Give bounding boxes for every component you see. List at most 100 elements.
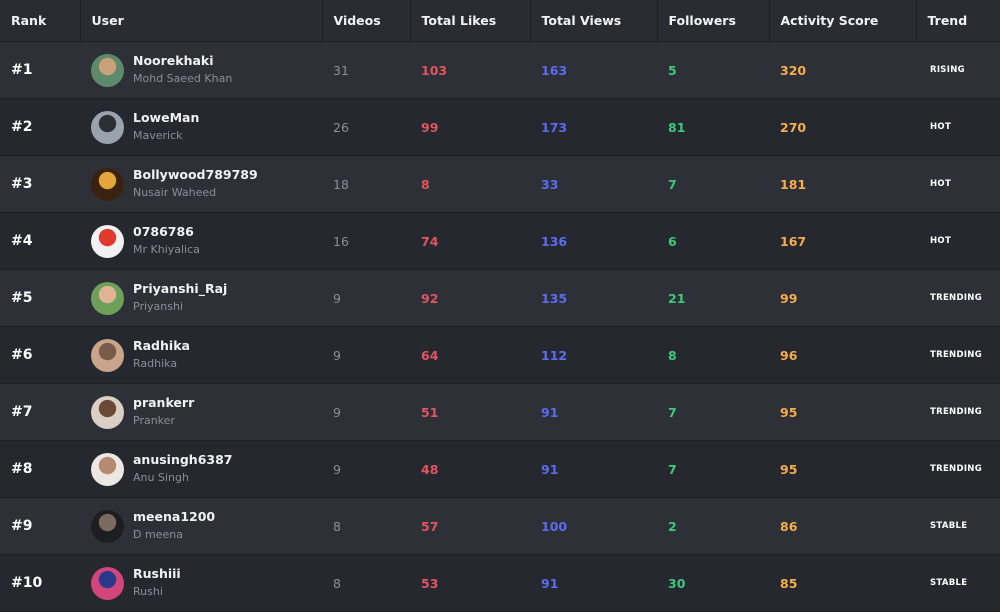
avatar[interactable] [91,509,124,543]
display-name: Anu Singh [133,471,189,484]
user-info[interactable]: Priyanshi_Raj Priyanshi [91,281,322,315]
column-header-views[interactable]: Total Views [530,0,658,42]
user-cell[interactable]: 0786786 Mr Khiyalica [80,212,322,270]
user-info[interactable]: LoweMan Maverick [91,110,322,144]
column-header-score[interactable]: Activity Score [769,0,917,42]
table-row[interactable]: #7 prankerr Pranker 9 51 91 7 95 TRENDING [0,383,1000,441]
username[interactable]: 0786786 [133,224,200,240]
column-header-user[interactable]: User [80,0,323,42]
column-header-trend[interactable]: Trend [916,0,1000,42]
videos-cell: 9 [322,440,410,498]
user-names: Bollywood789789 Nusair Waheed [133,167,258,201]
user-names: Noorekhaki Mohd Saeed Khan [133,53,232,87]
trend-badge: TRENDING [916,440,1000,498]
avatar[interactable] [91,110,124,144]
likes-cell: 92 [410,269,530,327]
activity-score-cell: 320 [769,41,916,99]
videos-cell: 31 [322,41,410,99]
views-cell: 91 [530,440,657,498]
avatar[interactable] [91,452,124,486]
username[interactable]: Noorekhaki [133,53,232,69]
views-cell: 100 [530,497,657,555]
username[interactable]: prankerr [133,395,194,411]
user-info[interactable]: Radhika Radhika [91,338,322,372]
username[interactable]: Bollywood789789 [133,167,258,183]
username[interactable]: meena1200 [133,509,215,525]
user-cell[interactable]: anusingh6387 Anu Singh [80,440,322,498]
table-row[interactable]: #4 0786786 Mr Khiyalica 16 74 136 6 167 HOT [0,212,1000,270]
rank-cell: #8 [0,440,80,498]
trend-badge: TRENDING [916,269,1000,327]
followers-cell: 8 [657,326,769,384]
avatar[interactable] [91,338,124,372]
rank-cell: #6 [0,326,80,384]
rank-cell: #2 [0,98,80,156]
avatar[interactable] [91,167,124,201]
activity-score-cell: 95 [769,383,916,441]
user-cell[interactable]: LoweMan Maverick [80,98,322,156]
likes-cell: 99 [410,98,530,156]
trend-badge: HOT [916,98,1000,156]
table-row[interactable]: #9 meena1200 D meena 8 57 100 2 86 STABLE [0,497,1000,555]
display-name: Rushi [133,585,163,598]
table-row[interactable]: #5 Priyanshi_Raj Priyanshi 9 92 135 21 99 TRENDI… [0,269,1000,327]
column-header-likes[interactable]: Total Likes [410,0,531,42]
rank-cell: #1 [0,41,80,99]
views-cell: 33 [530,155,657,213]
username[interactable]: LoweMan [133,110,199,126]
views-cell: 135 [530,269,657,327]
activity-score-cell: 181 [769,155,916,213]
user-cell[interactable]: Priyanshi_Raj Priyanshi [80,269,322,327]
views-cell: 136 [530,212,657,270]
views-cell: 163 [530,41,657,99]
user-names: meena1200 D meena [133,509,215,543]
videos-cell: 9 [322,326,410,384]
user-cell[interactable]: Bollywood789789 Nusair Waheed [80,155,322,213]
user-cell[interactable]: Noorekhaki Mohd Saeed Khan [80,41,322,99]
username[interactable]: Priyanshi_Raj [133,281,227,297]
table-row[interactable]: #8 anusingh6387 Anu Singh 9 48 91 7 95 TRENDING [0,440,1000,498]
user-cell[interactable]: Radhika Radhika [80,326,322,384]
column-header-rank[interactable]: Rank [0,0,81,42]
user-info[interactable]: prankerr Pranker [91,395,322,429]
followers-cell: 7 [657,383,769,441]
avatar[interactable] [91,395,124,429]
user-names: Radhika Radhika [133,338,190,372]
trend-badge: TRENDING [916,326,1000,384]
trend-badge: HOT [916,212,1000,270]
table-row[interactable]: #6 Radhika Radhika 9 64 112 8 96 TRENDING [0,326,1000,384]
table-row[interactable]: #3 Bollywood789789 Nusair Waheed 18 8 33 7 181 H… [0,155,1000,213]
user-cell[interactable]: prankerr Pranker [80,383,322,441]
user-info[interactable]: Rushiii Rushi [91,566,322,600]
username[interactable]: Radhika [133,338,190,354]
followers-cell: 81 [657,98,769,156]
videos-cell: 26 [322,98,410,156]
username[interactable]: anusingh6387 [133,452,233,468]
likes-cell: 74 [410,212,530,270]
avatar[interactable] [91,53,124,87]
user-info[interactable]: Noorekhaki Mohd Saeed Khan [91,53,322,87]
display-name: Nusair Waheed [133,186,217,199]
display-name: Radhika [133,357,178,370]
rank-cell: #9 [0,497,80,555]
user-info[interactable]: 0786786 Mr Khiyalica [91,224,322,258]
display-name: Maverick [133,129,183,142]
user-names: LoweMan Maverick [133,110,199,144]
table-row[interactable]: #1 Noorekhaki Mohd Saeed Khan 31 103 163 5 320 R… [0,41,1000,99]
likes-cell: 48 [410,440,530,498]
table-row[interactable]: #2 LoweMan Maverick 26 99 173 81 270 HOT [0,98,1000,156]
rank-cell: #4 [0,212,80,270]
user-cell[interactable]: meena1200 D meena [80,497,322,555]
avatar[interactable] [91,281,124,315]
column-header-followers[interactable]: Followers [657,0,770,42]
user-info[interactable]: Bollywood789789 Nusair Waheed [91,167,322,201]
user-info[interactable]: anusingh6387 Anu Singh [91,452,322,486]
activity-score-cell: 95 [769,440,916,498]
likes-cell: 57 [410,497,530,555]
username[interactable]: Rushiii [133,566,181,582]
column-header-videos[interactable]: Videos [322,0,411,42]
avatar[interactable] [91,224,124,258]
display-name: Pranker [133,414,175,427]
user-info[interactable]: meena1200 D meena [91,509,322,543]
avatar[interactable] [91,566,124,600]
